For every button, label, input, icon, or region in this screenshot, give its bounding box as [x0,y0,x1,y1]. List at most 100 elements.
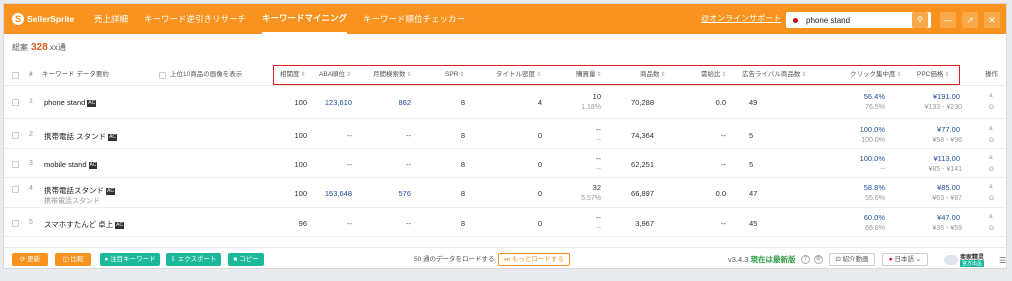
cell-purchase: -- [596,213,601,222]
result-summary: 総案 328 xx通 [12,42,66,53]
nav-keyword-mining[interactable]: キーワードマイニング [262,4,348,34]
amazon-link-icon[interactable]: a [989,125,993,132]
row-checkbox[interactable] [12,186,19,193]
top-bar: S SellerSprite 売上詳細 キーワード逆引きリサーチ キーワードマイ… [4,4,1006,34]
language-select[interactable]: ● 日本語 ⌄ [882,253,928,266]
cell-ad-competitors: 49 [749,98,758,107]
close-icon[interactable]: ✕ [984,12,1000,28]
refresh-button[interactable]: ⟳ 更新 [12,253,48,266]
amazon-link-icon[interactable]: a [989,92,993,99]
cell-purchase: 32 [592,183,601,192]
compare-label: 比較 [70,256,84,263]
keyword-label: phone stand [44,98,86,107]
row-checkbox[interactable] [12,99,19,106]
summary-unit: xx通 [49,43,66,52]
cell-click-conc: 60.0% [863,213,885,222]
amazon-link-icon[interactable]: a [989,213,993,220]
cell-aba[interactable]: -- [347,131,352,140]
keyword-text[interactable]: 携帯電話 スタンド AC [44,131,118,142]
table-row[interactable]: 3 mobile stand AC 100 -- -- 8 0 -- -- 62,… [4,149,1006,178]
version-status: 現在は最新版 [750,255,796,264]
google-link-icon[interactable]: G [989,225,994,232]
compare-button[interactable]: ◫ 比較 [55,253,91,266]
cell-supply-demand: -- [721,219,726,228]
load-more-button[interactable]: ⏭ もっとロードする [498,253,570,266]
keyword-label: 携帯電話スタンド [44,186,104,195]
search-icon[interactable]: ⚲ [912,12,928,28]
google-link-icon[interactable]: G [989,166,994,173]
cell-title-density: 4 [537,98,542,107]
nav-rank-checker[interactable]: キーワード順位チェッカー [363,4,465,34]
select-all-checkbox[interactable] [12,72,19,79]
watch-keyword-button[interactable]: ● 注目キーワード [100,253,160,266]
row-index: 5 [29,219,33,226]
keyword-text[interactable]: mobile stand AC [44,160,98,169]
cell-monthly[interactable]: -- [406,160,411,169]
export-button[interactable]: ⇩ エクスポート [166,253,221,266]
intro-video-button[interactable]: ⊡ 紹介動画 [829,253,875,266]
settings-icon[interactable]: ⚙ [814,255,823,264]
google-link-icon[interactable]: G [989,195,994,202]
minimize-icon[interactable]: — [940,12,956,28]
cell-aba[interactable]: 153,648 [325,189,352,198]
col-show-images[interactable]: 上位10商品の画像を表示 [170,64,242,86]
cell-ad-competitors: 5 [749,131,754,140]
cell-related: 100 [294,189,307,198]
cell-ppc-range: ¥85 - ¥141 [928,166,962,173]
row-checkbox[interactable] [12,220,19,227]
menu-icon[interactable]: ☰ [999,256,1006,265]
cell-purchase: -- [596,125,601,134]
google-link-icon[interactable]: G [989,104,994,111]
col-keyword[interactable]: キーワード データ要約 [42,64,109,86]
cell-aba[interactable]: -- [347,160,352,169]
keyword-text[interactable]: スマホすたんど 卓上 AC [44,219,125,230]
search-input[interactable] [806,15,916,25]
table-row[interactable]: 5 スマホすたんど 卓上 AC 96 -- -- 8 0 -- -- 3,967 … [4,208,1006,237]
copy-button[interactable]: ■ コピー [228,253,264,266]
table-row[interactable]: 2 携帯電話 スタンド AC 100 -- -- 8 0 -- -- 74,364… [4,120,1006,149]
cell-supply-demand: 0.0 [715,98,726,107]
row-index: 2 [29,131,33,138]
cell-ppc: ¥191.00 [932,92,960,101]
table-row[interactable]: 4 携帯電話スタンド AC 携帯電話スタンド 100 153,648 576 8 … [4,178,1006,208]
cell-aba[interactable]: -- [347,219,352,228]
col-index: # [29,71,33,78]
row-checkbox[interactable] [12,161,19,168]
cell-purchase: -- [596,154,601,163]
load-more-label: もっとロードする [511,256,564,263]
cell-aba[interactable]: 123,610 [325,98,352,107]
show-images-checkbox[interactable] [159,72,166,79]
cell-click-conc-sub: -- [880,166,885,173]
cell-supply-demand: -- [721,131,726,140]
ac-badge: AC [108,134,118,141]
brand-badge[interactable]: 卖家精灵 官方出品 [944,251,992,268]
logo-text: SellerSprite [27,14,75,24]
cell-monthly[interactable]: 576 [398,189,411,198]
cell-title-density: 0 [537,131,542,140]
cell-ppc-range: ¥63 - ¥87 [932,195,962,202]
row-checkbox[interactable] [12,132,19,139]
cell-related: 100 [294,98,307,107]
amazon-link-icon[interactable]: a [989,154,993,161]
summary-count: 328 [31,42,48,53]
keyword-text[interactable]: 携帯電話スタンド AC [44,185,115,196]
google-link-icon[interactable]: G [989,137,994,144]
cell-monthly[interactable]: -- [406,131,411,140]
brand-tag: 官方出品 [960,260,985,267]
cell-monthly[interactable]: -- [406,219,411,228]
cell-click-conc: 100.0% [859,125,885,134]
online-support-link[interactable]: @オンラインサポート [701,4,781,34]
marketplace-flag-icon[interactable] [793,17,798,23]
table-row[interactable]: 1 phone stand AC 100 123,610 862 8 4 10 1… [4,87,1006,119]
help-icon[interactable]: ? [801,255,810,264]
col-keyword-link[interactable]: データ要約 [76,71,109,78]
cell-click-conc: 56.4% [863,92,885,101]
keyword-text[interactable]: phone stand AC [44,98,97,107]
cell-title-density: 0 [537,189,542,198]
cell-monthly[interactable]: 862 [398,98,411,107]
cell-click-conc-sub: 66.8% [865,225,885,232]
nav-sales-detail[interactable]: 売上詳細 [94,4,128,34]
amazon-link-icon[interactable]: a [989,183,993,190]
nav-reverse-lookup[interactable]: キーワード逆引きリサーチ [144,4,246,34]
expand-icon[interactable]: ↗ [962,12,978,28]
